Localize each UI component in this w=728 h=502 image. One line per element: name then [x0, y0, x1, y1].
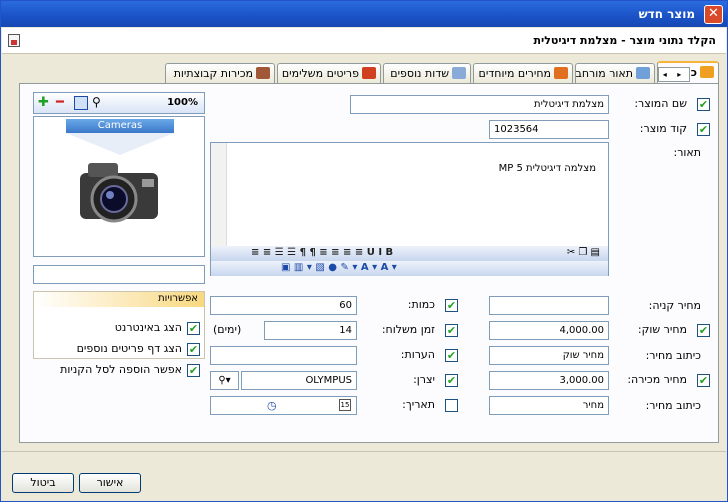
product-name-field[interactable]: מצלמת דיגיטלית — [350, 95, 609, 114]
calendar-icon[interactable]: 15 — [339, 399, 351, 411]
product-image[interactable]: Cameras — [33, 116, 205, 257]
format-buttons-row1[interactable]: ≡ ≡ ☰ ☰ ¶ ¶ ≡ ≡ ≡ ≡ U I B — [251, 247, 393, 258]
sub-header: הקלד נתוני מוצר - מצלמת דיגיטלית — [2, 28, 726, 54]
delivery-time-field[interactable]: 14 — [264, 321, 357, 340]
zoom-out-icon[interactable]: ━ — [56, 96, 64, 109]
maker-checkbox[interactable]: ✔ — [445, 374, 458, 387]
editor-toolbar-row1: ≡ ≡ ☰ ☰ ¶ ¶ ≡ ≡ ≡ ≡ U I B ✂ ❐ ▤ — [211, 246, 608, 261]
magnifier-icon[interactable]: ⚲ — [92, 95, 101, 109]
pencil-icon — [700, 66, 714, 78]
date-label: תאריך: — [402, 398, 435, 411]
format-buttons-row2[interactable]: ▣ ▥ ▾ ▧ ● ✎ ▾ A ▾ A ▾ — [281, 262, 397, 273]
price-caption-label-2: כיתוב מחיר: — [645, 399, 701, 412]
show-online-label: הצג באינטרנט — [114, 321, 182, 334]
date-checkbox[interactable] — [445, 399, 458, 412]
group-icon — [256, 67, 270, 79]
ok-button[interactable]: אישור — [79, 473, 141, 493]
quantity-label: כמות: — [407, 298, 435, 311]
zoom-in-icon[interactable]: ✚ — [38, 96, 49, 109]
show-extra-items-label: הצג דף פריטים נוספים — [76, 342, 182, 355]
grid-icon — [452, 67, 466, 79]
document-icon — [8, 34, 20, 47]
date-field[interactable] — [210, 396, 357, 415]
options-title: אפשרויות — [34, 292, 204, 307]
tab-special-prices[interactable]: מחירים מיוחדים — [473, 63, 573, 83]
sale-price-label: מחיר מכירה: — [627, 373, 687, 386]
product-name-label: שם המוצר: — [634, 97, 687, 110]
product-code-checkbox[interactable]: ✔ — [697, 123, 710, 136]
tab-nav-arrows[interactable]: ◂ ▸ — [658, 67, 690, 82]
quantity-field[interactable]: 60 — [210, 296, 357, 315]
image-caption: Cameras — [66, 119, 174, 133]
close-button[interactable]: ✕ — [704, 5, 723, 24]
window-title: מוצר חדש — [638, 7, 695, 21]
quantity-checkbox[interactable]: ✔ — [445, 299, 458, 312]
tiles-icon — [362, 67, 376, 79]
camera-image — [66, 133, 174, 223]
purchase-price-label: מחיר קניה: — [648, 299, 701, 312]
money-icon — [554, 67, 568, 79]
cut-copy-paste-icons[interactable]: ✂ ❐ ▤ — [567, 247, 600, 258]
description-editor[interactable]: מצלמה דיגיטלית 5 MP ≡ ≡ ☰ ☰ ¶ ¶ ≡ ≡ ≡ ≡ … — [210, 142, 609, 276]
title-bar[interactable]: מוצר חדש ✕ — [1, 1, 727, 27]
product-code-label: קוד מוצר: — [639, 122, 687, 135]
notes-field[interactable] — [210, 346, 357, 365]
price-caption-label-1: כיתוב מחיר: — [645, 349, 701, 362]
tab-complementary-items[interactable]: פריטים משלימים — [277, 63, 381, 83]
description-label: תאור: — [673, 146, 702, 159]
market-price-label: מחיר שוק: — [637, 323, 687, 336]
sale-price-checkbox[interactable]: ✔ — [697, 374, 710, 387]
maker-search-dropdown[interactable]: ⚲▾ — [210, 371, 239, 390]
market-price-checkbox[interactable]: ✔ — [697, 324, 710, 337]
product-code-field[interactable]: 1023564 — [489, 120, 609, 139]
image-path-field[interactable] — [33, 265, 205, 284]
tab-extended-desc[interactable]: תאור מורחב — [575, 63, 655, 83]
product-name-checkbox[interactable]: ✔ — [697, 98, 710, 111]
price-caption-field-2[interactable]: מחיר — [489, 396, 609, 415]
image-toolbar: ✚ ━ ⚲ 100% — [33, 92, 205, 114]
delivery-unit-label: (ימים) — [213, 323, 242, 336]
tab-group-sales[interactable]: מכירות קבוצתיות — [165, 63, 275, 83]
delivery-time-checkbox[interactable]: ✔ — [445, 324, 458, 337]
subtitle: הקלד נתוני מוצר - מצלמת דיגיטלית — [533, 34, 716, 47]
delivery-time-label: זמן משלוח: — [381, 323, 435, 336]
editor-scrollbar[interactable] — [211, 143, 227, 246]
price-caption-field-1[interactable]: מחיר שוק — [489, 346, 609, 365]
description-text[interactable]: מצלמה דיגיטלית 5 MP — [499, 163, 596, 174]
notes-label: הערות: — [400, 348, 435, 361]
allow-cart-checkbox[interactable]: ✔ — [187, 364, 200, 377]
notes-checkbox[interactable]: ✔ — [445, 349, 458, 362]
clock-icon[interactable]: ◷ — [267, 399, 277, 412]
show-online-checkbox[interactable]: ✔ — [187, 322, 200, 335]
sale-price-field[interactable]: 3,000.00 — [489, 371, 609, 390]
purchase-price-field[interactable] — [489, 296, 609, 315]
cancel-button[interactable]: ביטול — [12, 473, 74, 493]
notepad-icon — [636, 67, 650, 79]
market-price-field[interactable]: 4,000.00 — [489, 321, 609, 340]
editor-toolbar-row2: ▣ ▥ ▾ ▧ ● ✎ ▾ A ▾ A ▾ — [211, 261, 608, 276]
maker-label: יצרן: — [413, 373, 435, 386]
tab-strip: כללי תאור מורחב מחירים מיוחדים שדות נוספ… — [19, 61, 719, 84]
maker-field[interactable]: OLYMPUS — [241, 371, 357, 390]
allow-cart-label: אפשר הוספה לסל הקניות — [60, 363, 182, 376]
tab-extra-fields[interactable]: שדות נוספים — [383, 63, 471, 83]
show-extra-items-checkbox[interactable]: ✔ — [187, 343, 200, 356]
dialog-window: מוצר חדש ✕ הקלד נתוני מוצר - מצלמת דיגיט… — [0, 0, 728, 502]
zoom-level: 100% — [167, 97, 198, 108]
fit-icon[interactable] — [74, 96, 88, 110]
